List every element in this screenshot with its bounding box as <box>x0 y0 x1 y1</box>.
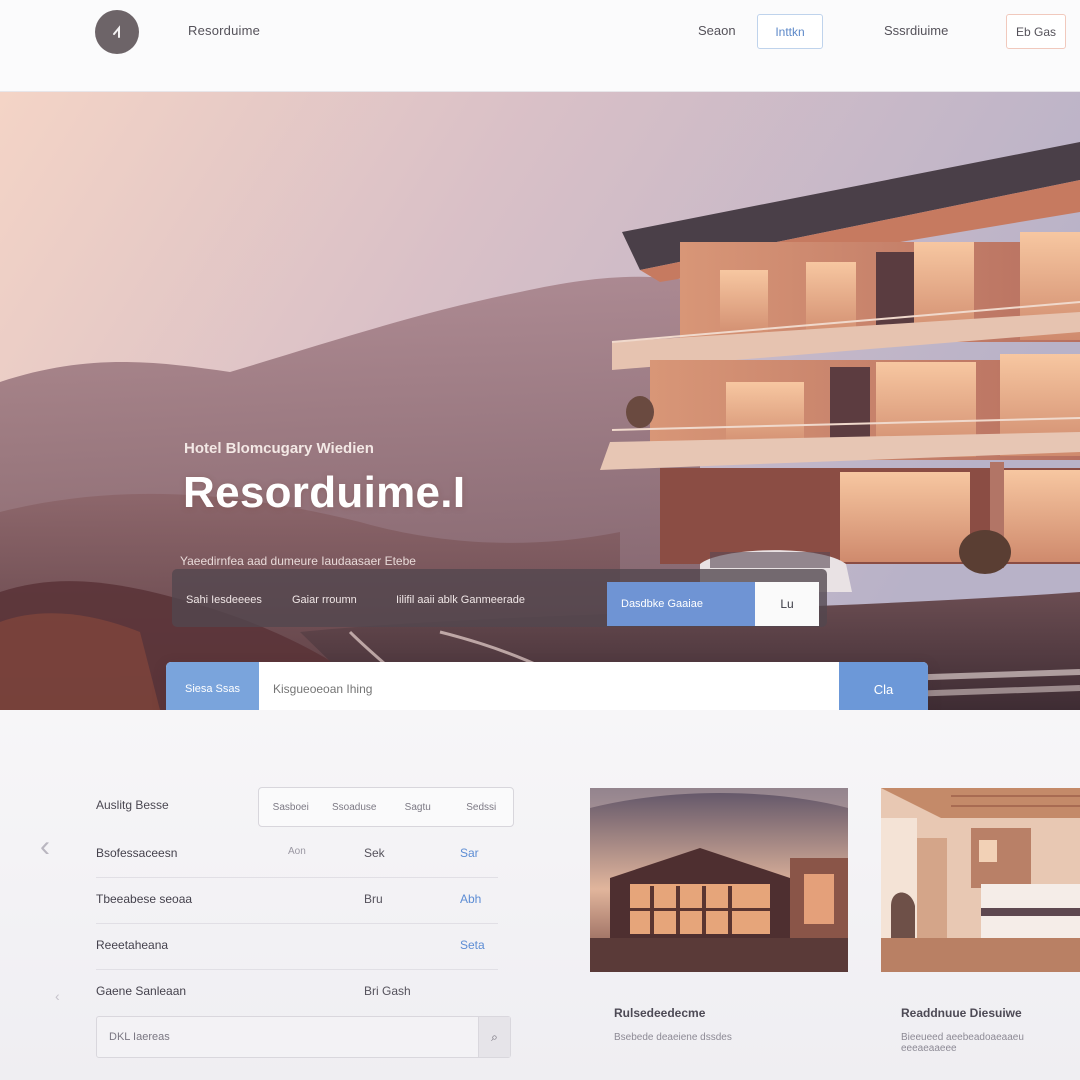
search-category-button[interactable]: Siesa Ssas <box>166 662 259 710</box>
card-subtitle: Bieeueed aeebeadoaeaaeu eeeaeaaeee <box>901 1032 1024 1054</box>
row-name: Bsofessaceesn <box>96 846 178 860</box>
listing-section: ‹ ‹ Auslitg Besse Sasboei Ssoaduse Sagtu… <box>0 710 1080 1080</box>
row-link[interactable]: Abh <box>460 892 481 906</box>
row-name: Reeetaheana <box>96 938 169 952</box>
chevron-left-small-icon[interactable]: ‹ <box>55 988 60 1004</box>
hero-subtitle: Yaeedirnfea aad dumeure Iaudaasaer Etebe <box>180 554 416 568</box>
filter-segment-2[interactable]: Ssoaduse <box>323 802 387 813</box>
booking-date-field[interactable]: Dasdbke Gaaiae <box>607 582 755 626</box>
row-col2: Bri Gash <box>364 984 411 998</box>
chevron-left-icon[interactable]: ‹ <box>40 830 50 864</box>
table-row[interactable]: Bsofessaceesn Aon Sek Sar <box>96 832 498 878</box>
search-icon[interactable]: ⌕ <box>478 1017 510 1057</box>
card-subtitle: Bsebede deaeiene dssdes <box>614 1032 732 1043</box>
filter-segment-control: Sasboei Ssoaduse Sagtu Sedssi <box>258 787 514 827</box>
booking-bar: Sahi Iesdeeees Gaiar rroumn Iilifil aaii… <box>172 569 827 627</box>
card-image-room[interactable] <box>881 788 1080 972</box>
nav-link-2[interactable]: Inttkn <box>757 14 823 49</box>
nav-cta-button[interactable]: Eb Gas <box>1006 14 1066 49</box>
brand-name[interactable]: Resorduime <box>188 23 260 38</box>
row-name: Tbeeabese seoaa <box>96 892 193 906</box>
logo[interactable] <box>95 10 139 54</box>
nav-link-1[interactable]: Seaon <box>698 23 736 38</box>
search-bar: Siesa Ssas Cla <box>166 662 928 710</box>
search-input[interactable] <box>259 662 839 710</box>
booking-go-button[interactable]: Lu <box>755 582 819 626</box>
search-button[interactable]: Cla <box>839 662 928 710</box>
hotel-room-image <box>881 788 1080 972</box>
booking-text-1: Sahi Iesdeeees <box>186 594 262 606</box>
filter-segment-4[interactable]: Sedssi <box>450 802 514 813</box>
bottom-search-text: DKL Iaereas <box>109 1031 170 1043</box>
row-name: Gaene Sanleaan <box>96 984 187 998</box>
nav-link-3[interactable]: Sssrdiuime <box>884 23 948 38</box>
booking-text-3: Iilifil aaii ablk Ganmeerade <box>396 594 526 606</box>
card-title[interactable]: Readdnuue Diesuiwe <box>901 1006 1022 1020</box>
logo-mark-icon <box>113 25 120 38</box>
table-row[interactable]: Reeetaheana Seta <box>96 924 498 970</box>
row-col2: Sek <box>364 846 385 860</box>
resort-exterior-image <box>590 788 848 972</box>
row-link[interactable]: Sar <box>460 846 479 860</box>
hero-section: Hotel Blomcugary Wiedien Resorduime.I Ya… <box>0 92 1080 710</box>
row-col2: Bru <box>364 892 383 906</box>
filter-segment-3[interactable]: Sagtu <box>386 802 450 813</box>
row-link[interactable]: Seta <box>460 938 485 952</box>
hero-eyebrow: Hotel Blomcugary Wiedien <box>184 440 374 457</box>
filter-label: Auslitg Besse <box>96 798 169 812</box>
card-image-exterior[interactable] <box>590 788 848 972</box>
filter-segment-1[interactable]: Sasboei <box>259 802 323 813</box>
hero-title: Resorduime.I <box>183 468 466 517</box>
card-title[interactable]: Rulsedeedecme <box>614 1006 705 1020</box>
top-navigation: Resorduime Seaon Inttkn Sssrdiuime Eb Ga… <box>0 0 1080 92</box>
bottom-search-field[interactable]: DKL Iaereas ⌕ <box>96 1016 511 1058</box>
table-row[interactable]: Tbeeabese seoaa Bru Abh <box>96 878 498 924</box>
booking-text-2: Gaiar rroumn <box>292 594 357 606</box>
table-row[interactable]: Gaene Sanleaan Bri Gash <box>96 970 498 1016</box>
row-col1: Aon <box>288 846 306 857</box>
